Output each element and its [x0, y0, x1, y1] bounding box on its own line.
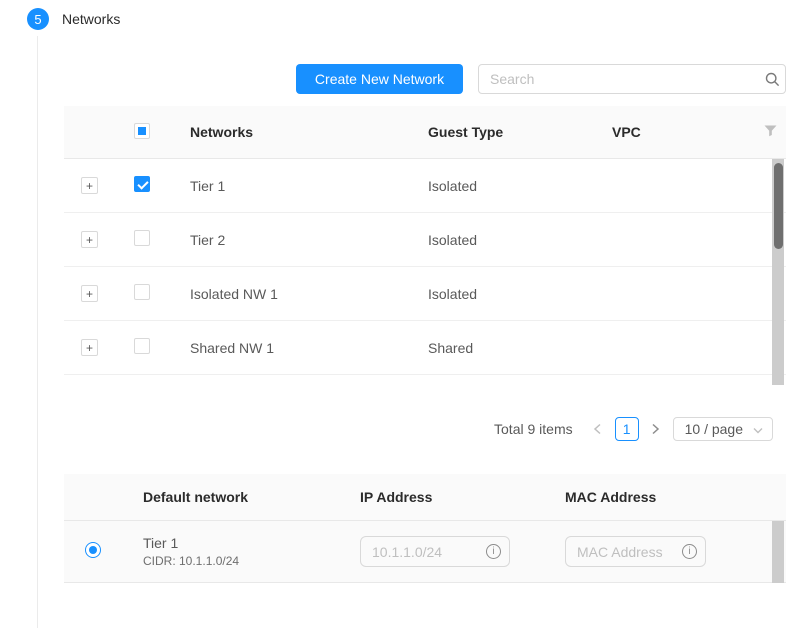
guest-type: Isolated: [428, 232, 612, 248]
expand-row-button[interactable]: +: [81, 231, 98, 248]
chevron-down-icon: [753, 421, 763, 437]
row-checkbox[interactable]: [134, 338, 150, 354]
network-name: Shared NW 1: [190, 340, 428, 356]
search-icon[interactable]: [759, 72, 785, 87]
default-network-radio[interactable]: [85, 542, 101, 558]
ip-address-field-wrapper: i: [360, 536, 510, 567]
network-name: Tier 1: [190, 178, 428, 194]
column-header-vpc: VPC: [612, 124, 754, 140]
pagination-total: Total 9 items: [494, 421, 573, 437]
chevron-right-icon[interactable]: [647, 417, 665, 441]
row-checkbox[interactable]: [134, 284, 150, 300]
mac-address-field-wrapper: i: [565, 536, 706, 567]
networks-table: Networks Guest Type VPC + Tier 1 Isolate…: [64, 106, 786, 385]
chevron-left-icon[interactable]: [589, 417, 607, 441]
page-number-button[interactable]: 1: [615, 417, 639, 441]
expand-row-button[interactable]: +: [81, 339, 98, 356]
table-row[interactable]: + Shared NW 1 Shared: [64, 321, 786, 375]
expand-row-button[interactable]: +: [81, 177, 98, 194]
default-network-table: Default network IP Address MAC Address T…: [64, 474, 786, 583]
page-title: Networks: [62, 11, 120, 27]
vertical-scrollbar-thumb[interactable]: [774, 163, 783, 249]
search-box[interactable]: [478, 64, 786, 94]
step-number: 5: [34, 12, 41, 27]
info-circle-icon[interactable]: i: [682, 544, 697, 559]
row-checkbox[interactable]: [134, 230, 150, 246]
guest-type: Isolated: [428, 178, 612, 194]
create-new-network-button[interactable]: Create New Network: [296, 64, 463, 94]
vertical-scrollbar-track[interactable]: [772, 159, 784, 385]
default-network-row[interactable]: Tier 1 CIDR: 10.1.1.0/24 i i: [64, 521, 786, 583]
column-header-guest-type: Guest Type: [428, 124, 612, 140]
network-name: Tier 2: [190, 232, 428, 248]
column-header-mac-address: MAC Address: [565, 489, 786, 505]
table-row[interactable]: + Tier 1 Isolated: [64, 159, 786, 213]
info-circle-icon[interactable]: i: [486, 544, 501, 559]
table-row[interactable]: + Isolated NW 1 Isolated: [64, 267, 786, 321]
guest-type: Isolated: [428, 286, 612, 302]
select-all-checkbox[interactable]: [134, 123, 150, 139]
page-size-select[interactable]: 10 / page: [673, 417, 773, 441]
row-checkbox[interactable]: [134, 176, 150, 192]
filter-icon[interactable]: [764, 124, 777, 140]
page-size-value: 10 / page: [685, 421, 743, 437]
guest-type: Shared: [428, 340, 612, 356]
networks-table-body: + Tier 1 Isolated + Tier 2 Isolated + Is…: [64, 159, 786, 385]
default-network-name: Tier 1: [143, 535, 360, 551]
step-indicator: 5: [27, 8, 49, 30]
column-header-default-network: Default network: [143, 489, 360, 505]
pagination: Total 9 items 1 10 / page: [494, 417, 773, 441]
networks-table-header: Networks Guest Type VPC: [64, 106, 786, 159]
default-network-cidr: CIDR: 10.1.1.0/24: [143, 554, 360, 568]
step-connector-line: [37, 36, 38, 628]
table-row[interactable]: + Tier 2 Isolated: [64, 213, 786, 267]
expand-row-button[interactable]: +: [81, 285, 98, 302]
search-input[interactable]: [479, 71, 759, 87]
column-header-networks: Networks: [190, 124, 428, 140]
default-network-table-header: Default network IP Address MAC Address: [64, 474, 786, 521]
vertical-scrollbar-track[interactable]: [772, 521, 784, 583]
network-name: Isolated NW 1: [190, 286, 428, 302]
column-header-ip-address: IP Address: [360, 489, 565, 505]
